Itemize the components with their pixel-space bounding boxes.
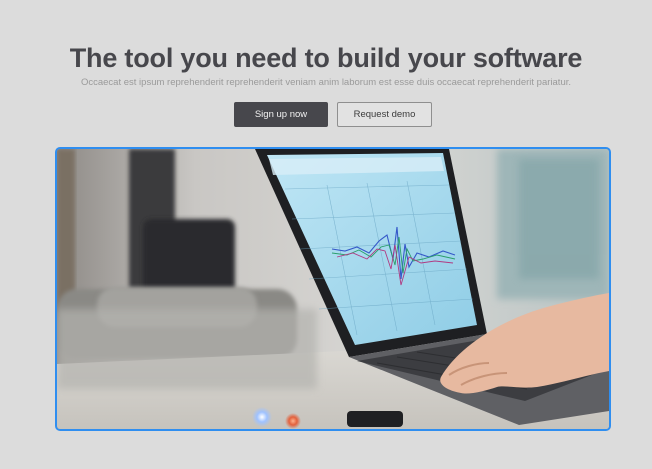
- hero-subheadline: Occaecat est ipsum reprehenderit reprehe…: [80, 77, 572, 88]
- hero-section: The tool you need to build your software…: [0, 0, 652, 469]
- laptop-photo: [57, 149, 609, 429]
- sign-up-button[interactable]: Sign up now: [234, 102, 328, 127]
- hero-headline: The tool you need to build your software: [69, 43, 583, 73]
- request-demo-button[interactable]: Request demo: [337, 102, 432, 127]
- hero-image: [55, 147, 611, 431]
